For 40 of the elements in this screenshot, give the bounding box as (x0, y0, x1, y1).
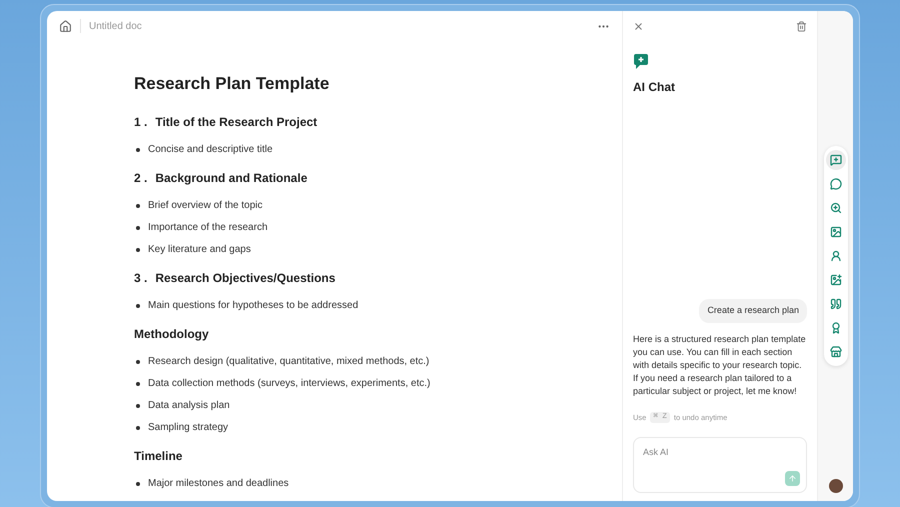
section-heading: Methodology (134, 326, 209, 342)
bullet-text: Importance of the research (148, 221, 268, 235)
chat-title: AI Chat (633, 79, 676, 96)
bullet-text: Brief overview of the topic (148, 199, 262, 213)
bullet-text: Data analysis plan (148, 399, 230, 413)
heading-number: 2 . (134, 170, 148, 186)
quote-icon (830, 298, 842, 310)
ask-ai-field[interactable]: Ask AI (633, 437, 807, 493)
user-message: Create a research plan (699, 299, 807, 323)
bullet-text: Major milestones and deadlines (148, 477, 289, 491)
chat-bubble-icon (830, 178, 842, 190)
image-icon (830, 226, 842, 238)
bullet-text: Main questions for hypotheses to be addressed (148, 299, 358, 313)
chat-plus-icon (830, 154, 842, 166)
bullet-text: Key literature and gaps (148, 243, 251, 257)
trash-icon[interactable] (796, 20, 807, 32)
photo-icon (830, 274, 842, 286)
zoom-icon (830, 202, 842, 214)
store-icon (830, 346, 842, 358)
bullet-text: Research design (qualitative, quantitative, mixed methods, etc.) (148, 355, 430, 369)
chat-plus-button[interactable] (826, 150, 846, 170)
bullet-text: Data collection methods (surveys, interviews, experiments, etc.) (148, 377, 430, 391)
section-heading: Background and Rationale (155, 170, 308, 186)
section-heading: Timeline (134, 448, 182, 464)
heading-number: 3 . (134, 270, 148, 286)
arrow-up-icon (788, 474, 797, 483)
heading-number: 1 . (134, 114, 148, 130)
person-icon (830, 250, 842, 262)
assistant-message: Here is a structured research plan template you can use. You can fill in each section with details specific to your research topic. If you need a research plan tailored to a particular subject or project, let me know! (633, 332, 807, 398)
bullet-text: Concise and descriptive title (148, 143, 273, 157)
home-icon[interactable] (59, 20, 72, 32)
badge-icon (830, 322, 842, 334)
chat-plus-icon (633, 53, 649, 70)
document-title: Research Plan Template (134, 73, 330, 95)
section-heading: Title of the Research Project (155, 114, 318, 130)
avatar[interactable] (828, 479, 842, 493)
bullet-text: Sampling strategy (148, 421, 228, 435)
doc-title: Untitled doc (89, 20, 142, 34)
close-icon[interactable] (633, 20, 644, 32)
section-heading: Research Objectives/Questions (155, 270, 336, 286)
